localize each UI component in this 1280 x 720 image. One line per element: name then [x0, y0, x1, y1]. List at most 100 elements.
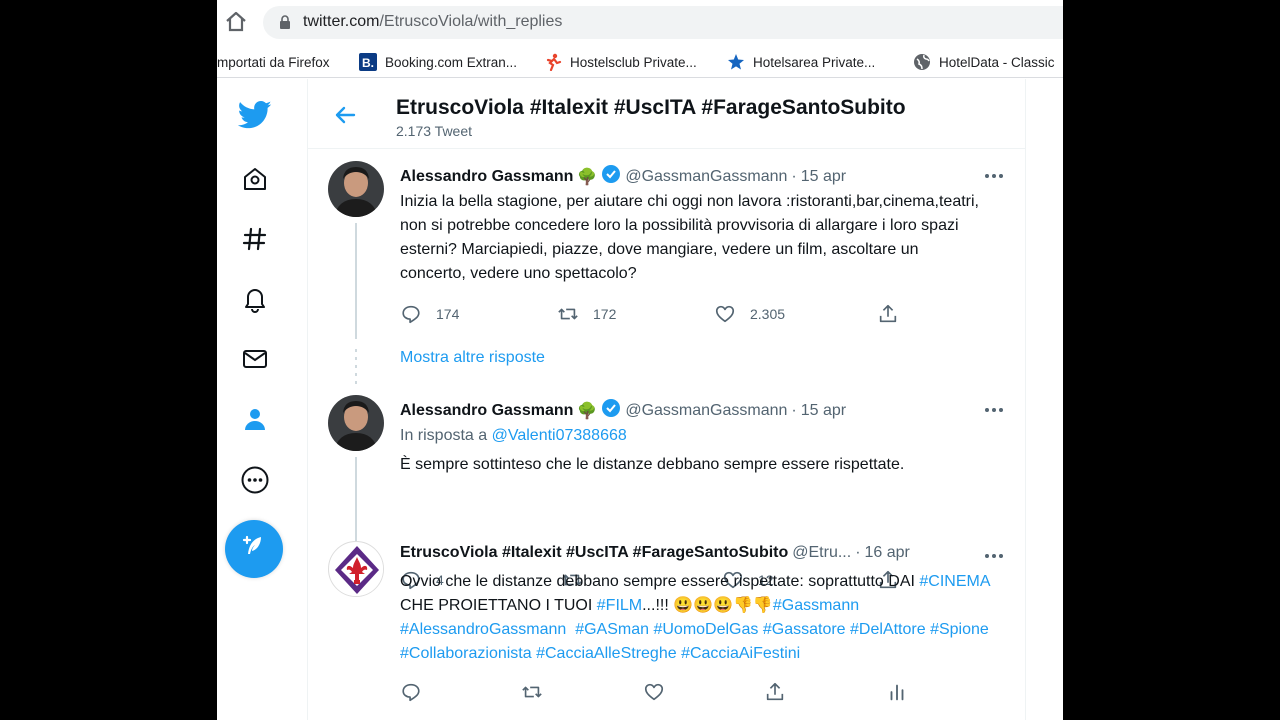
avatar[interactable] — [328, 161, 384, 217]
like-count: 2.305 — [750, 306, 786, 322]
hashtag-link[interactable]: #UomoDelGas — [653, 621, 758, 638]
browser-window: twitter.com/EtruscoViola/with_replies mp… — [217, 0, 1063, 720]
reply-to-handle[interactable]: @Valenti07388668 — [492, 427, 627, 444]
author-handle[interactable]: @GassmanGassmann — [625, 168, 787, 186]
separator: · — [855, 544, 861, 561]
hashtag-link[interactable]: #Spione — [930, 621, 989, 638]
tweet-actions — [400, 681, 960, 703]
tweet[interactable]: Alessandro Gassmann 🌳 @GassmanGassmann ·… — [308, 149, 1026, 349]
hashtag-link[interactable]: #CacciaAlleStreghe — [536, 645, 677, 662]
hashtag-link[interactable]: #Collaborazionista — [400, 645, 532, 662]
globe-icon — [913, 53, 931, 71]
retweet-count: 172 — [593, 306, 617, 322]
author-handle[interactable]: @Etru... — [792, 544, 851, 562]
twitter-app: EtruscoViola #Italexit #UscITA #FarageSa… — [217, 79, 1063, 720]
share-icon — [879, 304, 897, 323]
bookmark-hotelsarea[interactable]: Hotelsarea Private... — [727, 52, 875, 72]
bookmark-label: Hostelsclub Private... — [570, 54, 697, 70]
reply-button[interactable]: 174 — [400, 303, 459, 325]
hashtag-link[interactable]: #AlessandroGassmann — [400, 621, 566, 638]
url-text[interactable]: twitter.com/EtruscoViola/with_replies — [303, 13, 562, 31]
hashtag-link[interactable]: #CacciaAiFestini — [681, 645, 800, 662]
hashtag-link[interactable]: #FILM — [597, 597, 642, 614]
bookmark-firefox-import[interactable]: mportati da Firefox — [217, 52, 330, 72]
like-icon — [644, 683, 664, 701]
tweet-date[interactable]: 16 apr — [865, 544, 910, 562]
reply-icon — [402, 683, 420, 702]
bell-icon[interactable] — [235, 279, 275, 319]
tree-emoji: 🌳 — [577, 402, 598, 420]
tweet-header: EtruscoViola #Italexit #UscITA #FarageSa… — [400, 544, 910, 562]
hashtag-link[interactable]: #GASman — [575, 621, 649, 638]
hashtag-link[interactable]: #CINEMA — [919, 573, 989, 590]
verified-icon — [601, 398, 621, 423]
author-handle[interactable]: @GassmanGassmann — [625, 402, 787, 420]
back-arrow-icon[interactable] — [332, 102, 358, 128]
retweet-icon — [558, 308, 578, 320]
star-icon — [727, 53, 745, 71]
retweet-button[interactable]: 172 — [557, 303, 616, 325]
thread-line — [355, 223, 357, 339]
compose-icon — [239, 532, 269, 567]
author-name[interactable]: Alessandro Gassmann — [400, 402, 573, 420]
bookmark-booking[interactable]: B. Booking.com Extran... — [359, 52, 517, 72]
author-name[interactable]: Alessandro Gassmann — [400, 168, 573, 186]
avatar[interactable] — [328, 395, 384, 451]
retweet-icon — [522, 686, 542, 698]
bookmark-label: Hotelsarea Private... — [753, 54, 876, 70]
tweet[interactable]: Alessandro Gassmann 🌳 @GassmanGassmann ·… — [308, 383, 1026, 590]
bookmark-label: HotelData - Classic — [939, 54, 1055, 70]
tweet-header: Alessandro Gassmann 🌳 @GassmanGassmann ·… — [400, 164, 846, 189]
page-title: EtruscoViola #Italexit #UscITA #FarageSa… — [396, 96, 906, 119]
retweet-button[interactable] — [521, 681, 543, 703]
profile-icon[interactable] — [235, 399, 275, 439]
url-host: twitter.com — [303, 13, 380, 30]
hashtag-link[interactable]: #DelAttore — [850, 621, 926, 638]
analytics-icon — [890, 684, 904, 701]
avatar[interactable] — [328, 541, 384, 597]
author-name[interactable]: EtruscoViola #Italexit #UscITA #FarageSa… — [400, 544, 788, 562]
separator: · — [791, 401, 797, 419]
more-dots-icon[interactable] — [982, 166, 1006, 186]
mail-icon[interactable] — [235, 339, 275, 379]
show-more-replies-link[interactable]: Mostra altre risposte — [400, 349, 545, 367]
bookmarks-bar: mportati da Firefox B. Booking.com Extra… — [217, 44, 1063, 78]
like-button[interactable]: 2.305 — [714, 303, 785, 325]
reply-count: 174 — [436, 306, 460, 322]
tweet[interactable]: EtruscoViola #Italexit #UscITA #FarageSa… — [308, 529, 1026, 720]
sidebar-nav — [217, 79, 307, 720]
share-button[interactable] — [877, 303, 899, 325]
more-dots-icon[interactable] — [982, 400, 1006, 420]
bookmark-hoteldata[interactable]: HotelData - Classic — [913, 52, 1055, 72]
separator: · — [791, 167, 797, 185]
address-row: twitter.com/EtruscoViola/with_replies — [217, 0, 1063, 44]
url-path: /EtruscoViola/with_replies — [379, 13, 563, 30]
tweet-header: Alessandro Gassmann 🌳 @GassmanGassmann ·… — [400, 398, 846, 423]
tweet-date[interactable]: 15 apr — [801, 402, 846, 420]
home-nav-icon[interactable] — [235, 159, 275, 199]
more-circle-icon[interactable] — [235, 460, 275, 500]
home-icon[interactable] — [225, 10, 247, 34]
share-button[interactable] — [764, 681, 786, 703]
thread-dots — [355, 349, 357, 387]
main-column: EtruscoViola #Italexit #UscITA #FarageSa… — [307, 79, 1026, 720]
twitter-logo-icon[interactable] — [235, 95, 275, 135]
reply-to-line: In risposta a @Valenti07388668 — [400, 427, 627, 445]
hashtag-link[interactable]: #Gassatore — [763, 621, 846, 638]
like-button[interactable] — [643, 681, 665, 703]
reply-button[interactable] — [400, 681, 422, 703]
bookmark-hostelsclub[interactable]: Hostelsclub Private... — [544, 52, 697, 72]
hashtag-icon[interactable] — [235, 219, 275, 259]
analytics-button[interactable] — [886, 681, 908, 703]
more-dots-icon[interactable] — [982, 546, 1006, 566]
profile-header: EtruscoViola #Italexit #UscITA #FarageSa… — [308, 79, 1026, 149]
tweet-text: È sempre sottinteso che le distanze debb… — [400, 456, 905, 473]
hashtag-link[interactable]: #Gassmann — [773, 597, 859, 614]
like-icon — [715, 305, 735, 323]
bookmark-label: Booking.com Extran... — [385, 54, 518, 70]
tweet-text: Ovvio che le distanze debbano sempre ess… — [400, 573, 990, 662]
tweet-date[interactable]: 15 apr — [801, 168, 846, 186]
lock-icon[interactable] — [279, 15, 291, 29]
compose-button[interactable] — [225, 520, 283, 578]
address-bar[interactable]: twitter.com/EtruscoViola/with_replies — [263, 6, 1063, 39]
